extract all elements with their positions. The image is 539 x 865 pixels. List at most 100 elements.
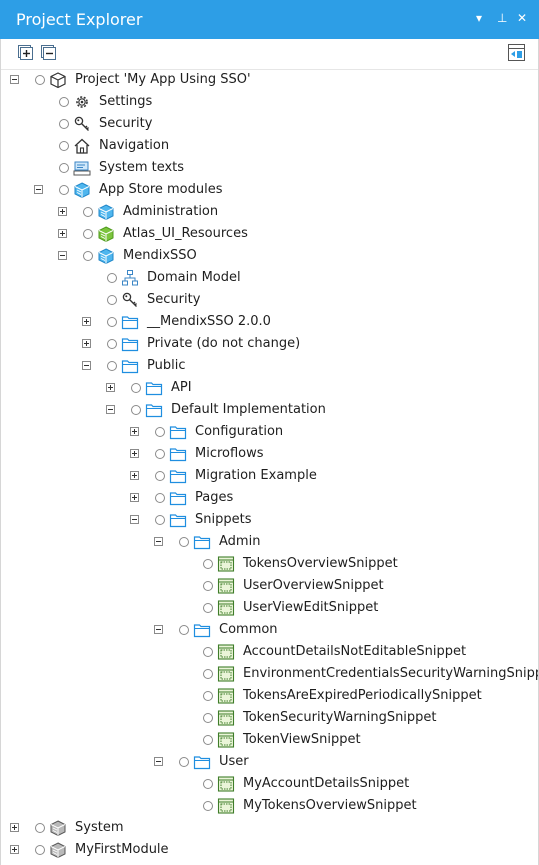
expand-icon[interactable]	[10, 823, 19, 832]
collapse-icon[interactable]	[34, 185, 43, 194]
tree-item[interactable]: MyAccountDetailsSnippet	[0, 773, 539, 795]
status-circle-icon	[83, 229, 93, 239]
status-circle-icon	[155, 449, 165, 459]
expand-icon[interactable]	[130, 493, 139, 502]
tree-item[interactable]: Common	[0, 619, 539, 641]
snippet-icon	[217, 644, 235, 660]
tree-item[interactable]: Pages	[0, 487, 539, 509]
tree-item[interactable]: Default Implementation	[0, 399, 539, 421]
status-circle-icon	[107, 361, 117, 371]
tree-item[interactable]: __MendixSSO 2.0.0	[0, 311, 539, 333]
collapse-icon[interactable]	[58, 251, 67, 260]
tree-item[interactable]: Microflows	[0, 443, 539, 465]
tree-item[interactable]: Migration Example	[0, 465, 539, 487]
key-icon	[74, 116, 89, 131]
tree-item[interactable]: System texts	[0, 157, 539, 179]
expand-icon[interactable]	[82, 317, 91, 326]
status-circle-icon	[59, 163, 69, 173]
tree-item[interactable]: MyTokensOverviewSnippet	[0, 795, 539, 817]
tree-item-label: TokensOverviewSnippet	[243, 556, 398, 571]
tree-item[interactable]: Navigation	[0, 135, 539, 157]
module-blue-icon	[98, 248, 114, 265]
tree-item[interactable]: API	[0, 377, 539, 399]
tree-item[interactable]: TokensAreExpiredPeriodicallySnippet	[0, 685, 539, 707]
key-icon	[122, 292, 137, 307]
tree-item-label: __MendixSSO 2.0.0	[147, 314, 271, 329]
tree-item[interactable]: Project 'My App Using SSO'	[0, 69, 539, 91]
status-circle-icon	[203, 713, 213, 723]
expand-icon[interactable]	[106, 383, 115, 392]
panel-menu-dropdown-icon[interactable]: ▾	[476, 11, 482, 25]
snippet-icon	[217, 600, 235, 616]
tree-item-label: UserViewEditSnippet	[243, 600, 379, 615]
tree-item[interactable]: System	[0, 817, 539, 839]
status-circle-icon	[131, 405, 141, 415]
status-circle-icon	[203, 603, 213, 613]
tree-item-label: Configuration	[195, 424, 284, 439]
tree-item[interactable]: MyFirstModule	[0, 839, 539, 861]
tree-item[interactable]: TokenViewSnippet	[0, 729, 539, 751]
status-circle-icon	[203, 691, 213, 701]
tree-item[interactable]: Public	[0, 355, 539, 377]
tree-item-label: System texts	[99, 160, 185, 175]
tree-item[interactable]: UserViewEditSnippet	[0, 597, 539, 619]
expand-icon[interactable]	[82, 339, 91, 348]
tree-item-label: UserOverviewSnippet	[243, 578, 384, 593]
expand-icon[interactable]	[58, 207, 67, 216]
tree-item-label: Snippets	[195, 512, 252, 527]
tree-item[interactable]: Settings	[0, 91, 539, 113]
tree-item[interactable]: MendixSSO	[0, 245, 539, 267]
collapse-icon[interactable]	[82, 361, 91, 370]
collapse-icon[interactable]	[154, 757, 163, 766]
panel-title-bar: Project Explorer ▾ ⊥ ✕	[0, 0, 539, 39]
folder-icon	[193, 756, 211, 770]
tree-item[interactable]: User	[0, 751, 539, 773]
project-cube-icon	[50, 72, 66, 89]
expand-all-icon[interactable]	[18, 45, 33, 60]
expand-icon[interactable]	[130, 449, 139, 458]
appstore-module-icon	[74, 182, 90, 199]
tree-item[interactable]: Administration	[0, 201, 539, 223]
tree-item[interactable]: EnvironmentCredentialsSecurityWarningSni…	[0, 663, 539, 685]
module-green-icon	[98, 226, 114, 243]
tree-item-label: Private (do not change)	[147, 336, 301, 351]
snippet-icon	[217, 578, 235, 594]
collapse-all-icon[interactable]	[41, 45, 56, 60]
tree-item-label: MyAccountDetailsSnippet	[243, 776, 410, 791]
status-circle-icon	[107, 317, 117, 327]
tree-item[interactable]: TokensOverviewSnippet	[0, 553, 539, 575]
tree-item[interactable]: App Store modules	[0, 179, 539, 201]
tree-item[interactable]: UserOverviewSnippet	[0, 575, 539, 597]
tree-item[interactable]: Snippets	[0, 509, 539, 531]
tree-item[interactable]: Domain Model	[0, 267, 539, 289]
status-circle-icon	[83, 251, 93, 261]
collapse-icon[interactable]	[10, 75, 19, 84]
status-circle-icon	[59, 97, 69, 107]
tree-item[interactable]: Security	[0, 289, 539, 311]
tree-item[interactable]: Atlas_UI_Resources	[0, 223, 539, 245]
expand-icon[interactable]	[10, 845, 19, 854]
expand-icon[interactable]	[130, 471, 139, 480]
folder-icon	[169, 448, 187, 462]
collapse-icon[interactable]	[154, 537, 163, 546]
pin-icon[interactable]: ⊥	[497, 11, 507, 25]
status-circle-icon	[35, 823, 45, 833]
collapse-icon[interactable]	[106, 405, 115, 414]
expand-icon[interactable]	[58, 229, 67, 238]
collapse-icon[interactable]	[130, 515, 139, 524]
link-with-editor-icon[interactable]	[508, 44, 525, 61]
tree-item[interactable]: Configuration	[0, 421, 539, 443]
close-icon[interactable]: ✕	[517, 11, 527, 25]
tree-item-label: EnvironmentCredentialsSecurityWarningSni…	[243, 666, 539, 681]
gear-icon	[76, 96, 88, 108]
collapse-icon[interactable]	[154, 625, 163, 634]
expand-icon[interactable]	[130, 427, 139, 436]
tree-item[interactable]: TokenSecurityWarningSnippet	[0, 707, 539, 729]
tree-item[interactable]: AccountDetailsNotEditableSnippet	[0, 641, 539, 663]
snippet-icon	[217, 556, 235, 572]
tree-item[interactable]: Private (do not change)	[0, 333, 539, 355]
status-circle-icon	[179, 625, 189, 635]
tree-item[interactable]: Security	[0, 113, 539, 135]
tree-item[interactable]: Admin	[0, 531, 539, 553]
tree-item-label: API	[171, 380, 192, 395]
